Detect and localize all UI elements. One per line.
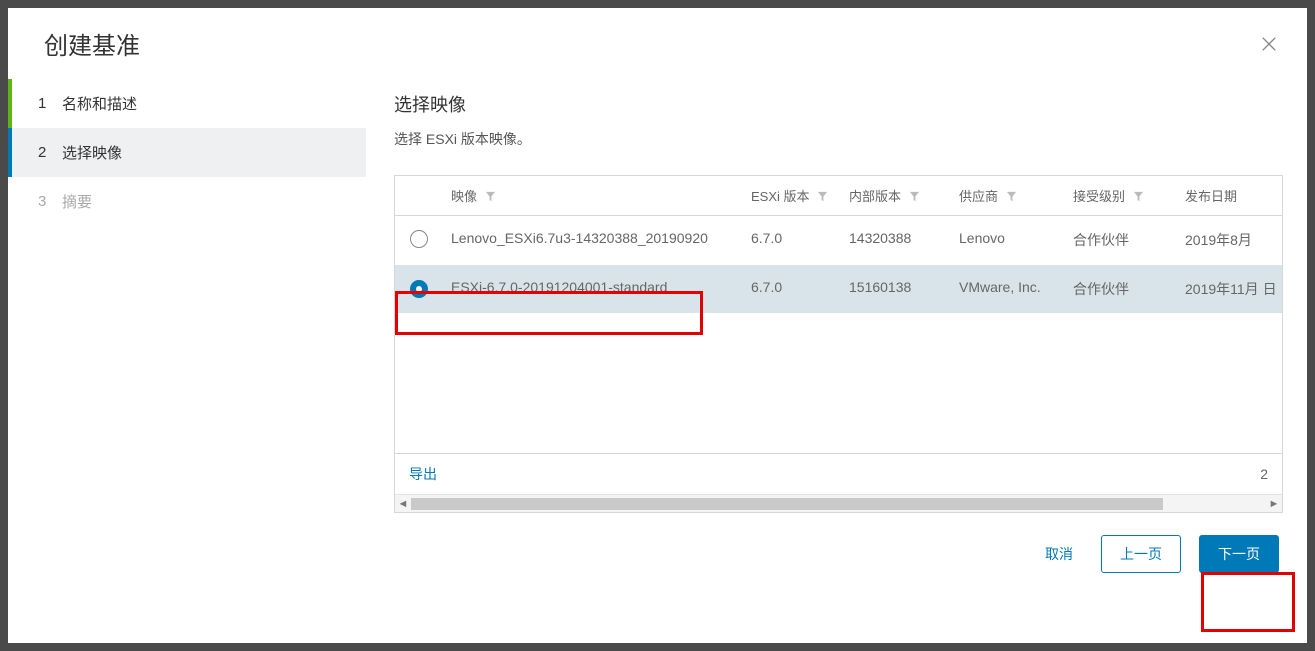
col-header-vendor: 供应商 bbox=[959, 189, 998, 204]
cell-vendor: Lenovo bbox=[951, 216, 1065, 266]
table-footer: 导出 2 bbox=[395, 453, 1282, 494]
close-icon[interactable] bbox=[1259, 34, 1279, 54]
cell-build: 15160138 bbox=[841, 265, 951, 313]
step-label: 名称和描述 bbox=[62, 93, 137, 114]
step-number: 2 bbox=[38, 144, 50, 161]
radio-button[interactable] bbox=[410, 230, 428, 248]
cell-acceptance: 合作伙伴 bbox=[1065, 265, 1177, 313]
create-baseline-modal: 创建基准 1 名称和描述 2 选择映像 3 摘要 选择映像 选择 ESXi 版本… bbox=[8, 8, 1307, 643]
step-select-image[interactable]: 2 选择映像 bbox=[8, 128, 366, 177]
col-header-image: 映像 bbox=[451, 189, 477, 204]
modal-header: 创建基准 bbox=[8, 8, 1307, 79]
step-number: 1 bbox=[38, 95, 50, 112]
filter-icon[interactable] bbox=[1006, 190, 1017, 205]
cell-acceptance: 合作伙伴 bbox=[1065, 216, 1177, 266]
prev-button[interactable]: 上一页 bbox=[1101, 535, 1181, 573]
row-count: 2 bbox=[1260, 466, 1268, 482]
scroll-left-icon[interactable]: ◄ bbox=[395, 498, 411, 510]
cell-image: Lenovo_ESXi6.7u3-14320388_20190920 bbox=[443, 216, 743, 266]
image-table-container: 映像 ESXi 版本 内部版本 bbox=[394, 175, 1283, 513]
cell-release-date: 2019年8月 bbox=[1177, 216, 1282, 266]
cell-image: ESXi-6.7.0-20191204001-standard bbox=[443, 265, 743, 313]
step-number: 3 bbox=[38, 193, 50, 210]
modal-body: 1 名称和描述 2 选择映像 3 摘要 选择映像 选择 ESXi 版本映像。 bbox=[8, 79, 1307, 643]
col-header-build: 内部版本 bbox=[849, 189, 901, 204]
step-summary: 3 摘要 bbox=[8, 177, 366, 226]
col-header-acceptance: 接受级别 bbox=[1073, 189, 1125, 204]
filter-icon[interactable] bbox=[485, 190, 496, 205]
filter-icon[interactable] bbox=[1133, 190, 1144, 205]
filter-icon[interactable] bbox=[817, 190, 828, 205]
step-label: 选择映像 bbox=[62, 142, 122, 163]
cancel-button[interactable]: 取消 bbox=[1035, 536, 1083, 572]
section-title: 选择映像 bbox=[394, 91, 1307, 117]
scroll-right-icon[interactable]: ► bbox=[1266, 498, 1282, 510]
horizontal-scrollbar[interactable]: ◄ ► bbox=[395, 494, 1282, 512]
image-table: 映像 ESXi 版本 内部版本 bbox=[395, 176, 1282, 313]
col-header-release-date: 发布日期 bbox=[1185, 189, 1237, 204]
modal-footer: 取消 上一页 下一页 bbox=[394, 513, 1307, 595]
section-desc: 选择 ESXi 版本映像。 bbox=[394, 129, 1307, 149]
modal-title: 创建基准 bbox=[44, 26, 140, 61]
table-row[interactable]: Lenovo_ESXi6.7u3-14320388_20190920 6.7.0… bbox=[395, 216, 1282, 266]
step-name-desc[interactable]: 1 名称和描述 bbox=[8, 79, 366, 128]
wizard-steps: 1 名称和描述 2 选择映像 3 摘要 bbox=[8, 79, 366, 643]
cell-esxi-version: 6.7.0 bbox=[743, 216, 841, 266]
step-label: 摘要 bbox=[62, 191, 92, 212]
main-content: 选择映像 选择 ESXi 版本映像。 映像 ESXi 版本 bbox=[366, 79, 1307, 643]
cell-vendor: VMware, Inc. bbox=[951, 265, 1065, 313]
cell-build: 14320388 bbox=[841, 216, 951, 266]
next-button[interactable]: 下一页 bbox=[1199, 535, 1279, 573]
radio-button[interactable] bbox=[410, 280, 428, 298]
export-link[interactable]: 导出 bbox=[409, 464, 437, 484]
cell-esxi-version: 6.7.0 bbox=[743, 265, 841, 313]
table-row[interactable]: ESXi-6.7.0-20191204001-standard 6.7.0 15… bbox=[395, 265, 1282, 313]
filter-icon[interactable] bbox=[909, 190, 920, 205]
col-header-esxi-version: ESXi 版本 bbox=[751, 189, 810, 204]
cell-release-date: 2019年11月 日 bbox=[1177, 265, 1282, 313]
